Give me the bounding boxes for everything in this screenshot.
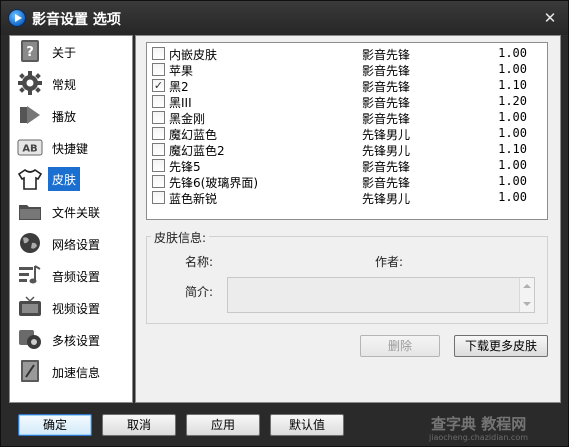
list-item[interactable]: 黑金刚 影音先锋 1.00 [147,109,547,126]
skin-checkbox[interactable] [152,191,165,204]
sidebar-item-general[interactable]: 常规 [10,68,132,98]
sidebar-item-about[interactable]: ? 关于 [10,36,132,66]
sidebar-item-network[interactable]: 网络设置 [10,228,132,258]
skin-info-title: 皮肤信息: [151,229,210,246]
folder-icon [19,205,41,220]
audio-icon [19,265,41,284]
skin-desc-label: 简介: [185,285,214,299]
skin-info-group: 皮肤信息: 名称: 作者: 简介: [146,229,548,324]
skin-version: 1.00 [498,158,527,172]
sidebar-item-label: 关于 [52,46,77,60]
sidebar-item-label: 视频设置 [52,302,101,316]
list-item[interactable]: ✓ 黑2 影音先锋 1.10 [147,77,547,94]
scroll-up-icon[interactable] [523,284,531,288]
sidebar-item-label: 常规 [52,78,77,92]
apply-button[interactable]: 应用 [186,414,260,436]
svg-text:?: ? [26,45,34,60]
list-item[interactable]: 内嵌皮肤 影音先锋 1.00 [147,45,547,62]
keyboard-ab-icon: AB [17,139,43,156]
sidebar-item-audio[interactable]: 音频设置 [10,260,132,290]
skin-version: 1.00 [498,126,527,140]
list-item[interactable]: 苹果 影音先锋 1.00 [147,61,547,78]
skin-checkbox[interactable] [152,63,165,76]
skin-author: 先锋男儿 [362,192,411,206]
skin-checkbox[interactable] [152,95,165,108]
question-icon: ? [21,40,39,62]
skin-checkbox[interactable] [152,111,165,124]
skin-checkbox[interactable] [152,175,165,188]
description-scrollbar[interactable] [519,278,534,312]
skin-version: 1.00 [498,174,527,188]
app-logo-icon [8,9,26,27]
skin-version: 1.10 [498,78,527,92]
cpu-gear-icon [19,330,41,349]
list-item[interactable]: 黑III 影音先锋 1.20 [147,93,547,110]
tshirt-icon [17,169,43,190]
sidebar-item-label: 皮肤 [48,167,81,191]
sidebar: ? 关于 常规 播放 AB 快捷键 皮肤 文件关联 网络设置 音频设置 视频设置… [9,35,133,403]
skin-name: 蓝色新锐 [169,192,218,206]
list-item[interactable]: 魔幻蓝色 先锋男儿 1.00 [147,125,547,142]
sidebar-item-video[interactable]: 视频设置 [10,292,132,322]
skin-checkbox[interactable] [152,47,165,60]
sidebar-item-label: 多核设置 [52,334,101,348]
sidebar-item-label: 文件关联 [52,206,101,220]
cancel-button[interactable]: 取消 [102,414,176,436]
delete-button[interactable]: 删除 [360,335,440,357]
sidebar-item-hotkeys[interactable]: AB 快捷键 [10,132,132,162]
watermark-text: 查字典 教程网 [431,415,527,433]
skin-settings-panel: 内嵌皮肤 影音先锋 1.00 苹果 影音先锋 1.00 ✓ 黑2 影音先锋 1.… [135,35,561,403]
list-item[interactable]: 魔幻蓝色2 先锋男儿 1.10 [147,141,547,158]
sidebar-item-label: 加速信息 [52,366,101,380]
list-item[interactable]: 蓝色新锐 先锋男儿 1.00 [147,189,547,206]
skin-version: 1.00 [498,190,527,204]
skin-author-label: 作者: [375,255,404,269]
play-icon [20,106,40,124]
window-title: 影音设置 选项 [32,12,121,28]
default-button[interactable]: 默认值 [270,414,344,436]
sidebar-item-label: 网络设置 [52,238,101,252]
skin-version: 1.00 [498,62,527,76]
skin-name-label: 名称: [185,255,214,269]
ok-button[interactable]: 确定 [18,414,92,436]
globe-icon [20,233,40,253]
skin-checkbox[interactable] [152,127,165,140]
settings-window: 影音设置 选项 ✕ ? 关于 常规 播放 AB 快捷键 皮肤 文件关联 网络设置… [0,0,569,447]
skin-checkbox[interactable] [152,143,165,156]
close-icon[interactable]: ✕ [541,9,559,27]
tv-icon [19,296,41,316]
list-item[interactable]: 先锋6(玻璃界面) 影音先锋 1.00 [147,173,547,190]
sidebar-item-label: 播放 [52,110,77,124]
sidebar-item-playback[interactable]: 播放 [10,100,132,130]
speed-icon [21,360,39,382]
list-item[interactable]: 先锋5 影音先锋 1.00 [147,157,547,174]
sidebar-item-skin[interactable]: 皮肤 [10,164,132,194]
sidebar-item-multicore[interactable]: 多核设置 [10,324,132,354]
skin-checkbox[interactable] [152,159,165,172]
gear-icon [18,71,42,95]
skin-version: 1.10 [498,142,527,156]
skin-version: 1.20 [498,94,527,108]
sidebar-item-accel[interactable]: 加速信息 [10,356,132,386]
sidebar-item-file-assoc[interactable]: 文件关联 [10,196,132,226]
skin-version: 1.00 [498,110,527,124]
svg-text:AB: AB [22,144,37,155]
watermark-url: jiaocheng.chazidian.com [429,433,529,442]
download-more-skins-button[interactable]: 下载更多皮肤 [454,335,548,357]
sidebar-item-label: 快捷键 [52,142,89,156]
title-bar: 影音设置 选项 ✕ [1,1,568,35]
skin-description-box[interactable] [227,277,535,313]
scroll-down-icon[interactable] [523,302,531,306]
skin-version: 1.00 [498,46,527,60]
sidebar-item-label: 音频设置 [52,270,101,284]
skin-list[interactable]: 内嵌皮肤 影音先锋 1.00 苹果 影音先锋 1.00 ✓ 黑2 影音先锋 1.… [146,42,548,220]
skin-checkbox[interactable]: ✓ [152,79,165,92]
